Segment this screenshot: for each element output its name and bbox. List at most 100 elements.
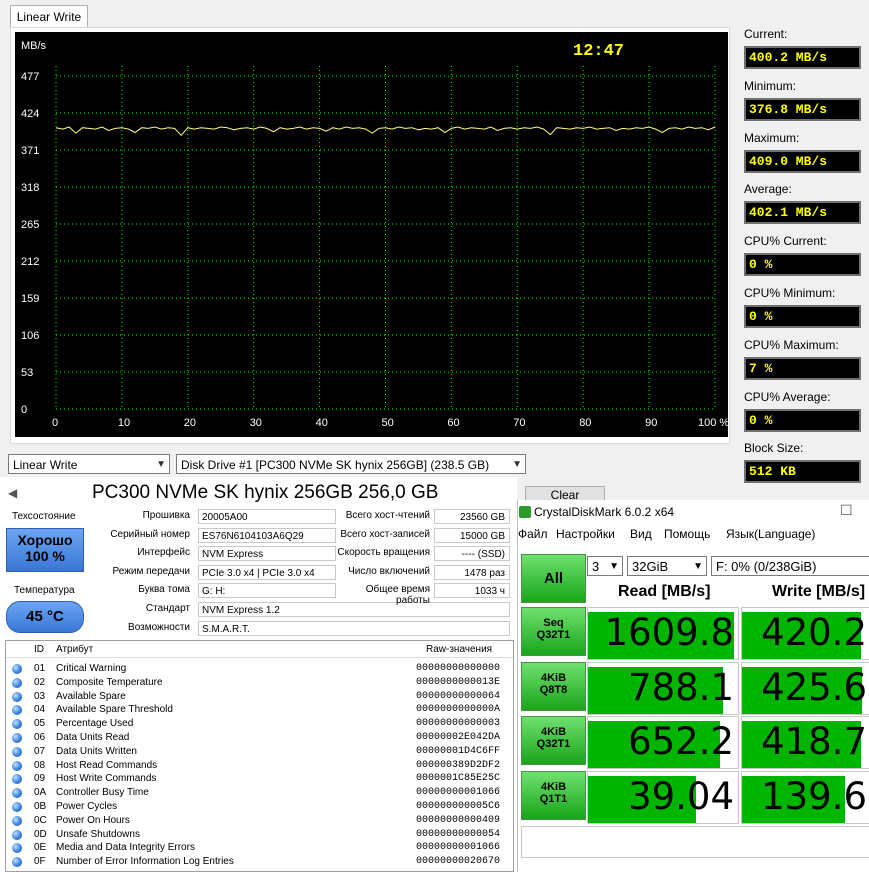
disk-title: PC300 NVMe SK hynix 256GB 256,0 GB xyxy=(92,482,439,503)
table-row[interactable]: 0C Power On Hours 00000000000409 xyxy=(6,814,513,828)
y-tick-label: 212 xyxy=(21,256,39,268)
attr-id: 01 xyxy=(34,663,46,674)
attr-name: Available Spare xyxy=(56,690,126,702)
write-result-value: 425.6 xyxy=(761,665,867,709)
read-result-cell: 1609.8 xyxy=(587,607,739,660)
read-result-cell: 39.04 xyxy=(587,770,739,824)
table-row[interactable]: 04 Available Spare Threshold 0000000000000… xyxy=(6,703,513,717)
table-row[interactable]: 0E Media and Data Integrity Errors 0000000… xyxy=(6,841,513,855)
attr-id: 0B xyxy=(34,801,47,812)
back-arrow-icon[interactable]: ◀ xyxy=(8,486,17,500)
test-button-line2: Q32T1 xyxy=(536,738,571,750)
y-unit-label: MB/s xyxy=(21,40,47,52)
stat-label: CPU% Current: xyxy=(744,234,827,249)
menu-item[interactable]: Язык(Language) xyxy=(726,527,815,541)
table-row[interactable]: 06 Data Units Read 00000002E042DA xyxy=(6,731,513,745)
menu-item[interactable]: Помощь xyxy=(664,527,710,541)
stat-value: 400.2 MB/s xyxy=(744,46,861,69)
smart-attribute-table[interactable]: ID Атрибут Raw-значения 01 Critical Warni… xyxy=(5,640,514,872)
stat-label: Average: xyxy=(744,182,792,197)
size-select[interactable]: 32GiB ▼ xyxy=(627,556,707,576)
count-select[interactable]: 3 ▼ xyxy=(587,556,623,576)
table-row[interactable]: 0A Controller Busy Time 00000000001066 xyxy=(6,786,513,800)
test-button[interactable]: 4KiB Q8T8 xyxy=(521,661,586,711)
field-value: ES76N6104103A6Q29 xyxy=(198,527,336,543)
field-label: Возможности xyxy=(128,621,190,633)
table-row[interactable]: 05 Percentage Used 00000000000003 xyxy=(6,717,513,731)
field-label: Режим передачи xyxy=(112,565,190,577)
menu-item[interactable]: Вид xyxy=(630,527,652,541)
test-button[interactable]: Seq Q32T1 xyxy=(521,607,586,656)
field-value: G: H: xyxy=(198,583,336,599)
health-status-badge[interactable]: Хорошо 100 % xyxy=(6,528,84,572)
stat-value: 0 % xyxy=(744,408,861,432)
field-label: Интерфейс xyxy=(137,547,190,559)
table-row[interactable]: 01 Critical Warning 00000000000000 xyxy=(6,662,513,676)
col-attribute: Атрибут xyxy=(56,644,94,655)
table-row[interactable]: 0D Unsafe Shutdowns 00000000000054 xyxy=(6,828,513,842)
write-result-cell: 139.6 xyxy=(741,770,869,824)
test-button[interactable]: 4KiB Q1T1 xyxy=(521,770,586,820)
table-row[interactable]: 0F Number of Error Information Log Entrie… xyxy=(6,855,513,869)
x-tick-label: 100 % xyxy=(698,417,728,429)
attr-name: Unsafe Shutdowns xyxy=(56,828,140,840)
mode-select[interactable]: Linear Write ▼ xyxy=(8,454,170,474)
x-tick-label: 60 xyxy=(447,417,459,429)
table-row[interactable]: 0B Power Cycles 000000000005C6 xyxy=(6,800,513,814)
field-label: Общее время работы xyxy=(365,584,430,607)
status-dot-icon xyxy=(12,802,22,812)
test-button[interactable]: 4KiB Q32T1 xyxy=(521,716,586,765)
chevron-down-icon: ▼ xyxy=(512,459,522,470)
field-label: Всего хост-чтений xyxy=(345,510,430,521)
attr-name: Power Cycles xyxy=(56,801,118,812)
stat-label: CPU% Minimum: xyxy=(744,286,836,300)
attr-raw: 00000000001066 xyxy=(416,842,501,854)
table-row[interactable]: 03 Available Spare 00000000000064 xyxy=(6,690,513,704)
attr-name: Power On Hours xyxy=(56,814,130,826)
drive-select-cdm[interactable]: F: 0% (0/238GiB) xyxy=(711,556,869,576)
status-dot-icon xyxy=(12,677,22,688)
temperature-badge[interactable]: 45 °C xyxy=(6,601,84,633)
x-tick-label: 70 xyxy=(513,417,525,429)
attr-name: Critical Warning xyxy=(56,663,127,674)
crystaldiskmark-window: CrystalDiskMark 6.0.2 x64 ☐ Файл Настройк… xyxy=(517,500,869,872)
tab-linear-write[interactable]: Linear Write xyxy=(10,5,88,28)
x-tick-label: 30 xyxy=(250,417,262,429)
attr-id: 0E xyxy=(34,842,47,854)
field-label: Число включений xyxy=(348,565,430,577)
field-value: 23560 GB xyxy=(434,509,510,524)
menu-item[interactable]: Файл xyxy=(518,527,548,541)
drive-select[interactable]: Disk Drive #1 [PC300 NVMe SK hynix 256GB… xyxy=(176,454,526,474)
all-button[interactable]: All xyxy=(521,554,586,603)
health-label: Техсостояние xyxy=(12,511,76,522)
attr-name: Available Spare Threshold xyxy=(56,704,173,716)
y-tick-label: 53 xyxy=(21,367,33,379)
field-value: PCIe 3.0 x4 | PCIe 3.0 x4 xyxy=(198,564,336,580)
attr-name: Host Read Commands xyxy=(56,759,158,771)
maximize-icon[interactable]: ☐ xyxy=(840,502,853,519)
attr-raw: 0000000000000A xyxy=(416,704,501,716)
comment-field[interactable] xyxy=(521,826,869,858)
linear-write-window: Linear Write 477 424 371 318 265 212 159 106 53 0… xyxy=(0,0,869,504)
x-tick-label: 80 xyxy=(579,417,591,429)
attr-raw: 0000000000013E xyxy=(416,676,501,688)
test-button-line1: 4KiB xyxy=(540,780,567,793)
x-tick-label: 10 xyxy=(118,417,130,429)
count-value: 3 xyxy=(592,559,600,574)
table-row[interactable]: 07 Data Units Written 00000001D4C6FF xyxy=(6,745,513,759)
menu-item[interactable]: Настройки xyxy=(556,527,615,541)
write-result-cell: 420.2 xyxy=(741,607,869,660)
read-header: Read [MB/s] xyxy=(618,583,711,600)
attr-name: Number of Error Information Log Entries xyxy=(56,856,234,868)
table-row[interactable]: 02 Composite Temperature 0000000000013E xyxy=(6,676,513,690)
field-value: ---- (SSD) xyxy=(434,546,510,562)
field-label: Буква тома xyxy=(138,584,190,596)
field-value: 15000 GB xyxy=(434,527,510,543)
field-label: Стандарт xyxy=(145,603,190,614)
attr-raw: 00000000000003 xyxy=(416,718,501,730)
table-row[interactable]: 09 Host Write Commands 0000001C85E25C xyxy=(6,772,513,786)
read-result-cell: 652.2 xyxy=(587,716,739,769)
write-result-value: 139.6 xyxy=(761,774,867,818)
read-result-cell: 788.1 xyxy=(587,661,739,715)
table-row[interactable]: 08 Host Read Commands 000000389D2DF2 xyxy=(6,759,513,773)
